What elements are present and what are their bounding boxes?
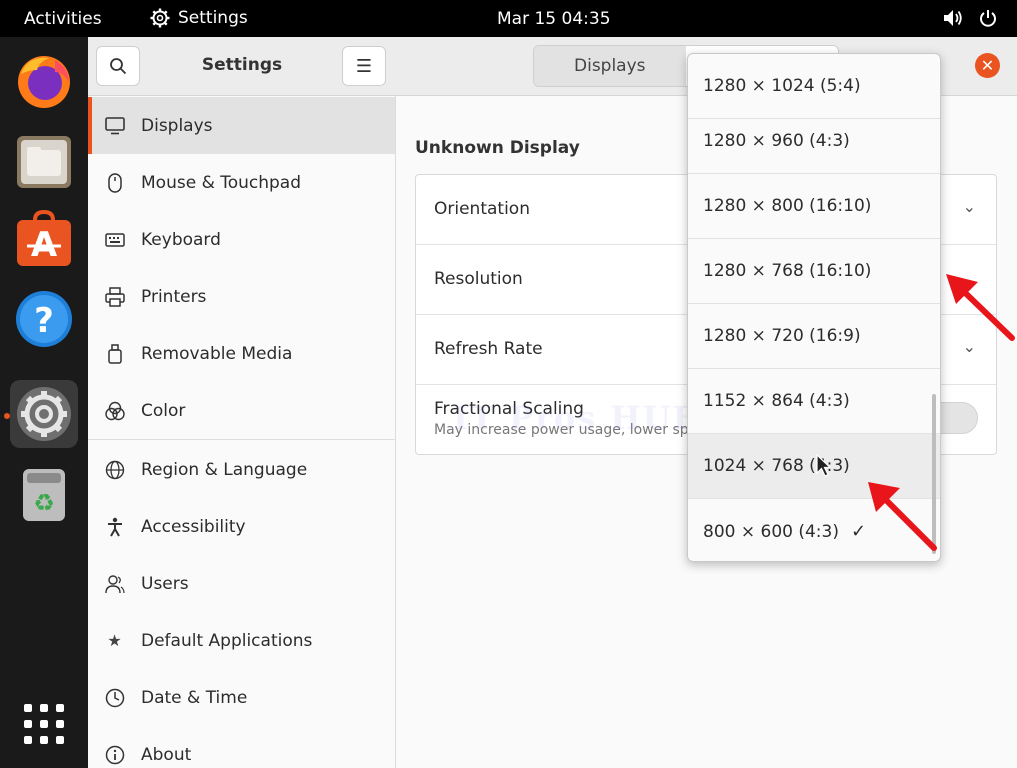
files-icon xyxy=(17,136,71,188)
resolution-option-label: 1280 × 768 (16:10) xyxy=(703,261,872,281)
top-bar: Activities Settings Mar 15 04:35 xyxy=(0,0,1017,37)
close-icon: ✕ xyxy=(980,56,995,75)
sidebar-item-displays[interactable]: Displays xyxy=(88,97,395,154)
dock-firefox[interactable] xyxy=(10,47,78,115)
sidebar-item-label: Mouse & Touchpad xyxy=(141,172,302,193)
sidebar-item-label: About xyxy=(141,744,192,765)
dock-app-center[interactable]: A xyxy=(10,205,78,273)
star-icon: ★ xyxy=(107,631,122,650)
color-icon xyxy=(88,401,141,421)
dock-files[interactable] xyxy=(10,127,78,195)
watermark: IT Pros HUE xyxy=(453,399,699,437)
mouse-cursor-icon xyxy=(816,454,832,477)
gear-icon xyxy=(150,8,170,28)
display-icon xyxy=(88,116,141,135)
sidebar-item-label: Users xyxy=(141,573,189,594)
dock: A ? ♻ xyxy=(0,37,88,768)
globe-icon xyxy=(88,460,141,480)
sidebar-item-label: Keyboard xyxy=(141,229,221,250)
sidebar-item-users[interactable]: Users xyxy=(88,555,395,612)
app-menu-label: Settings xyxy=(178,8,248,28)
help-icon: ? xyxy=(16,291,72,347)
settings-icon xyxy=(17,387,71,441)
activities-button[interactable]: Activities xyxy=(24,9,102,29)
printer-icon xyxy=(88,286,141,307)
app-menu[interactable]: Settings xyxy=(150,8,248,28)
resolution-option-label: 1280 × 1024 (5:4) xyxy=(703,76,861,96)
clock-icon xyxy=(88,688,141,708)
sidebar-item-default-applications[interactable]: ★ Default Applications xyxy=(88,612,395,669)
info-icon xyxy=(88,745,141,765)
sidebar-divider xyxy=(88,439,395,440)
dock-help[interactable]: ? xyxy=(10,285,78,353)
mouse-icon xyxy=(88,172,141,193)
removable-media-icon xyxy=(88,343,141,364)
sidebar-item-label: Printers xyxy=(141,286,207,307)
tab-displays[interactable]: Displays xyxy=(534,46,686,86)
sidebar-item-mouse-touchpad[interactable]: Mouse & Touchpad xyxy=(88,154,395,211)
sidebar: Settings ☰ Displays Mouse & Touchpad Key… xyxy=(88,37,396,768)
resolution-option[interactable]: 1280 × 800 (16:10) xyxy=(688,174,940,239)
app-center-icon: A xyxy=(17,210,71,266)
power-icon xyxy=(980,10,996,27)
resolution-option-label: 800 × 600 (4:3) xyxy=(703,521,839,542)
sidebar-item-label: Date & Time xyxy=(141,687,248,708)
resolution-option[interactable]: 1280 × 768 (16:10) xyxy=(688,239,940,304)
sidebar-item-color[interactable]: Color xyxy=(88,382,395,439)
apps-grid-icon xyxy=(24,704,64,744)
resolution-label: Resolution xyxy=(434,269,523,289)
orientation-label: Orientation xyxy=(434,199,530,219)
section-title: Unknown Display xyxy=(415,138,580,158)
resolution-option[interactable]: 1152 × 864 (4:3) xyxy=(688,369,940,434)
close-button[interactable]: ✕ xyxy=(975,53,1000,78)
sidebar-item-label: Accessibility xyxy=(141,516,246,537)
sidebar-item-label: Default Applications xyxy=(141,630,313,651)
running-indicator xyxy=(4,413,10,419)
volume-icon xyxy=(944,10,962,26)
resolution-option-label: 1280 × 960 (4:3) xyxy=(703,131,850,151)
sidebar-item-keyboard[interactable]: Keyboard xyxy=(88,211,395,268)
sidebar-item-about[interactable]: About xyxy=(88,726,395,768)
annotation-arrow-icon xyxy=(946,274,1015,341)
refresh-rate-label: Refresh Rate xyxy=(434,339,543,359)
svg-text:♻: ♻ xyxy=(33,489,55,517)
sidebar-item-printers[interactable]: Printers xyxy=(88,268,395,325)
hamburger-icon: ☰ xyxy=(355,55,373,77)
trash-icon: ♻ xyxy=(23,469,65,521)
sidebar-item-accessibility[interactable]: Accessibility xyxy=(88,498,395,555)
sidebar-header: Settings ☰ xyxy=(88,37,396,96)
resolution-option[interactable]: 1280 × 960 (4:3) xyxy=(688,109,940,174)
menu-button[interactable]: ☰ xyxy=(342,46,386,86)
resolution-option-label: 1152 × 864 (4:3) xyxy=(703,391,850,411)
sidebar-item-removable-media[interactable]: Removable Media xyxy=(88,325,395,382)
dock-settings[interactable] xyxy=(10,380,78,448)
sidebar-item-label: Removable Media xyxy=(141,343,293,364)
resolution-option[interactable]: 1280 × 720 (16:9) xyxy=(688,304,940,369)
sidebar-item-region-language[interactable]: Region & Language xyxy=(88,441,395,498)
clock[interactable]: Mar 15 04:35 xyxy=(497,9,611,29)
sidebar-item-label: Region & Language xyxy=(141,459,308,480)
annotation-arrow-icon xyxy=(868,482,937,551)
dock-show-apps[interactable] xyxy=(10,690,78,758)
sidebar-item-label: Color xyxy=(141,400,186,421)
chevron-down-icon: ⌄ xyxy=(962,197,976,216)
resolution-option-label: 1280 × 800 (16:10) xyxy=(703,196,872,216)
firefox-icon xyxy=(18,56,70,108)
sidebar-item-date-time[interactable]: Date & Time xyxy=(88,669,395,726)
system-menu[interactable] xyxy=(943,9,997,27)
accessibility-icon xyxy=(88,517,141,537)
dock-trash[interactable]: ♻ xyxy=(10,460,78,528)
resolution-option-label: 1280 × 720 (16:9) xyxy=(703,326,861,346)
users-icon xyxy=(88,574,141,594)
svg-text:?: ? xyxy=(34,301,54,341)
keyboard-icon xyxy=(88,232,141,247)
sidebar-item-label: Displays xyxy=(141,115,213,136)
